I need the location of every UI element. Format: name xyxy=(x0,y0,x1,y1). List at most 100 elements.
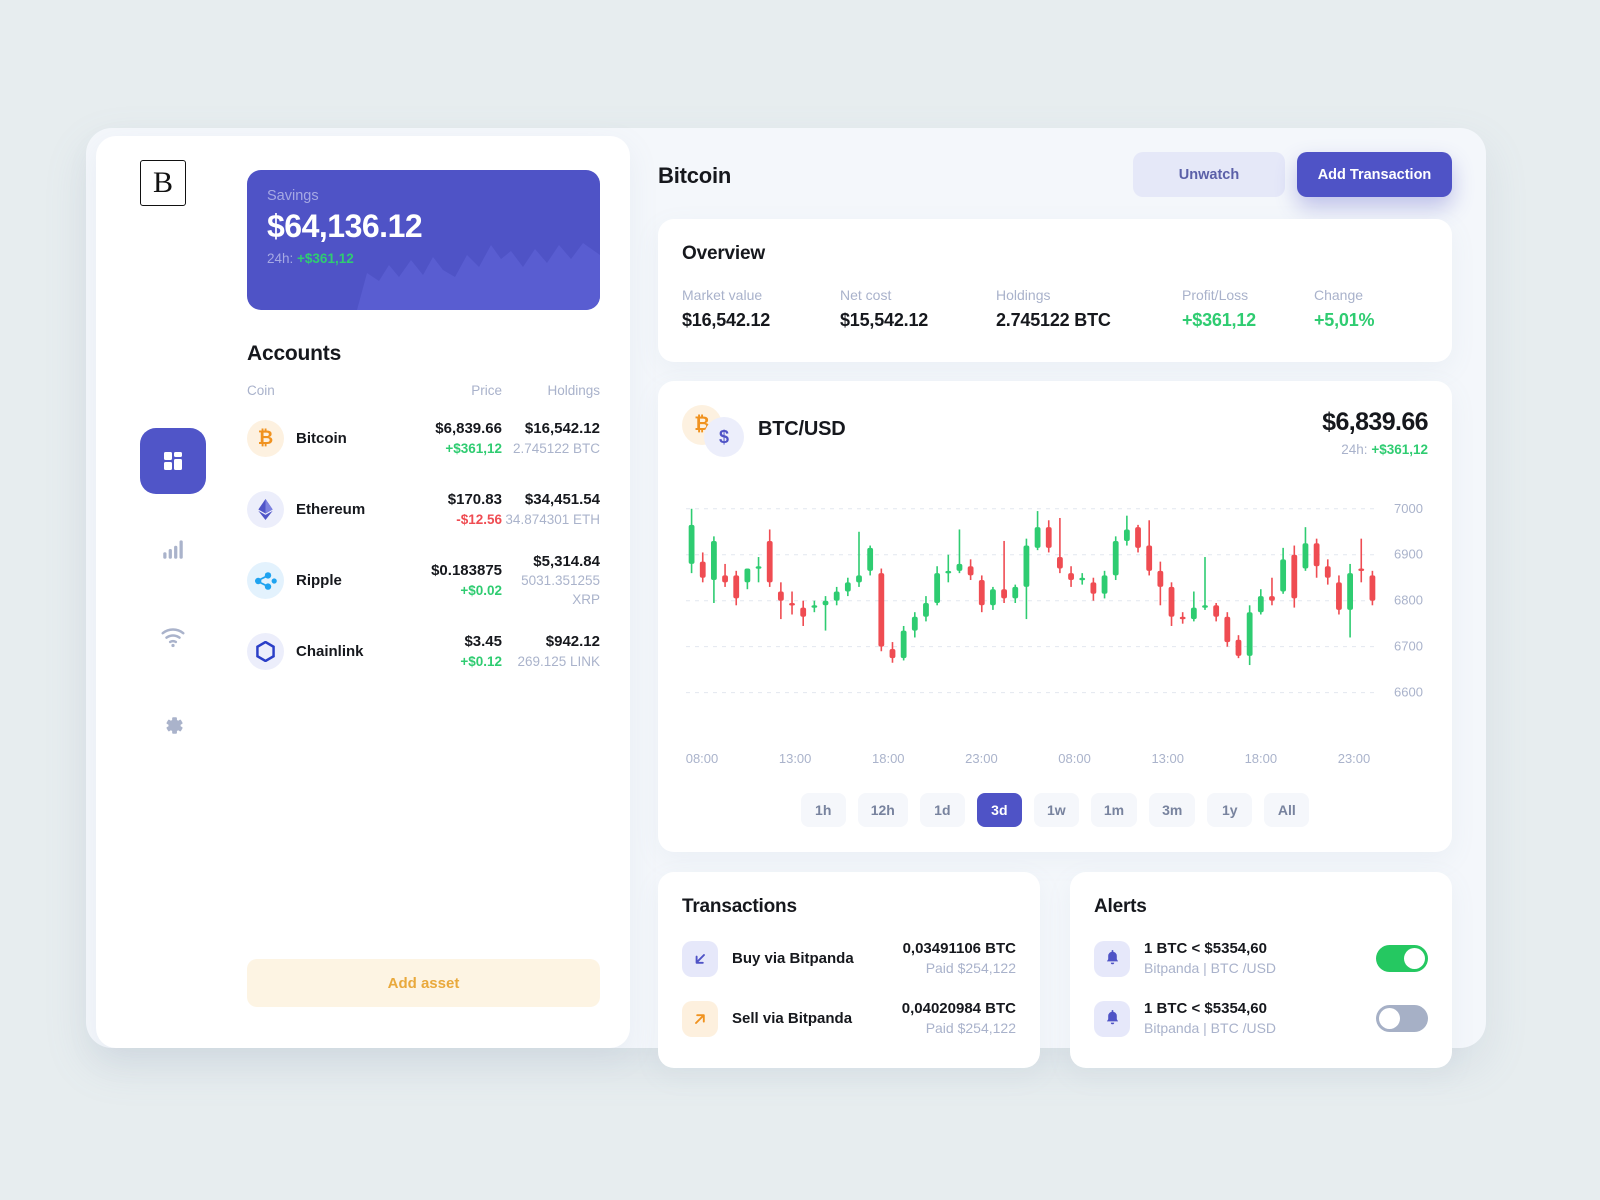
account-coin-name: Ripple xyxy=(296,572,342,589)
alerts-list: 1 BTC < $5354,60 Bitpanda | BTC /USD 1 BTC… xyxy=(1094,939,1428,1038)
range-button-3d[interactable]: 3d xyxy=(976,793,1022,827)
account-holdings-amount: 2.745122 BTC xyxy=(512,440,600,456)
account-price-cell: $0.183875 +$0.02 xyxy=(397,561,502,599)
account-price: $3.45 xyxy=(464,633,502,651)
range-selector: 1h 12h 1d 3d 1w 1m 3m 1y All xyxy=(658,793,1452,827)
range-button-3m[interactable]: 3m xyxy=(1149,793,1196,827)
sidebar-item-statistics[interactable] xyxy=(140,516,206,582)
svg-text:08:00: 08:00 xyxy=(1058,751,1091,766)
transaction-label: Sell via Bitpanda xyxy=(732,1010,853,1028)
account-holdings-value: $34,451.54 xyxy=(524,491,600,509)
account-coin-name: Ethereum xyxy=(296,501,366,518)
sidebar-item-settings[interactable] xyxy=(140,692,206,758)
bitcoin-icon: ₿ xyxy=(257,427,274,449)
account-price-cell: $6,839.66 +$361,12 xyxy=(397,419,502,457)
account-holdings-amount: 34.874301 ETH xyxy=(505,511,600,527)
sidebar-item-dashboard[interactable] xyxy=(140,428,206,494)
range-button-1y[interactable]: 1y xyxy=(1207,793,1253,827)
unwatch-button[interactable]: Unwatch xyxy=(1133,152,1285,197)
transaction-row[interactable]: Buy via Bitpanda 0,03491106 BTC Paid $254,… xyxy=(682,939,1016,978)
account-price: $170.83 xyxy=(447,491,502,509)
account-holdings-cell: $942.12 269.125 LINK xyxy=(502,632,600,670)
account-coin-name: Chainlink xyxy=(296,643,364,660)
accounts-table-header: Coin Price Holdings xyxy=(247,383,600,398)
sidebar-item-connections[interactable] xyxy=(140,604,206,670)
transaction-values: 0,04020984 BTC Paid $254,122 xyxy=(902,999,1016,1038)
account-row[interactable]: Ethereum $170.83 -$12.56 $34,451.54 34.87430… xyxy=(247,474,600,545)
transaction-amount: 0,03491106 BTC xyxy=(902,940,1016,957)
bell-icon xyxy=(1106,950,1118,965)
candlestick-chart: 6600 6700 6800 6900 7000 08:00 13:00 18:00 23:00… xyxy=(686,501,1423,766)
pair-header: ₿ $ BTC/USD xyxy=(682,405,846,457)
overview-stat-label: Change xyxy=(1314,287,1364,303)
alert-row[interactable]: 1 BTC < $5354,60 Bitpanda | BTC /USD xyxy=(1094,939,1428,978)
alert-toggle[interactable] xyxy=(1376,1005,1428,1033)
add-transaction-button[interactable]: Add Transaction xyxy=(1297,152,1452,197)
sidebar-nav xyxy=(140,428,206,780)
chainlink-icon-badge xyxy=(247,633,284,670)
savings-change-value: +$361,12 xyxy=(297,251,354,266)
column-header-price: Price xyxy=(471,383,502,398)
transaction-paid: Paid $254,122 xyxy=(925,960,1016,977)
gear-icon xyxy=(166,716,183,734)
pair-change: 24h: +$361,12 xyxy=(1322,442,1428,457)
svg-text:13:00: 13:00 xyxy=(1151,751,1184,766)
account-holdings-cell: $16,542.12 2.745122 BTC xyxy=(502,419,600,457)
add-asset-button[interactable]: Add asset xyxy=(247,959,600,1007)
ripple-icon-badge xyxy=(247,562,284,599)
overview-stat-value: +$361,12 xyxy=(1182,310,1256,330)
account-row[interactable]: Ripple $0.183875 +$0.02 $5,314.84 5031.35125… xyxy=(247,545,600,616)
transactions-card: Transactions Buy via Bitpanda 0,03491106 … xyxy=(658,872,1040,1068)
pair-name: BTC/USD xyxy=(758,417,846,440)
svg-text:6600: 6600 xyxy=(1394,685,1423,700)
overview-stat-label: Holdings xyxy=(996,287,1051,303)
transaction-row[interactable]: Sell via Bitpanda 0,04020984 BTC Paid $254… xyxy=(682,999,1016,1038)
overview-stat: Holdings 2.745122 BTC xyxy=(996,287,1182,331)
range-button-1d[interactable]: 1d xyxy=(919,793,965,827)
transactions-list: Buy via Bitpanda 0,03491106 BTC Paid $254,… xyxy=(682,939,1016,1038)
alert-text: 1 BTC < $5354,60 Bitpanda | BTC /USD xyxy=(1144,999,1276,1038)
account-row[interactable]: Chainlink $3.45 +$0.12 $942.12 269.125 LINK xyxy=(247,616,600,687)
alert-condition: 1 BTC < $5354,60 xyxy=(1144,1000,1267,1018)
alert-toggle[interactable] xyxy=(1376,945,1428,973)
account-price-change: +$361,12 xyxy=(445,440,502,456)
range-button-1h[interactable]: 1h xyxy=(800,793,846,827)
svg-text:7000: 7000 xyxy=(1394,501,1423,516)
range-button-all[interactable]: All xyxy=(1264,793,1310,827)
account-price: $6,839.66 xyxy=(435,420,502,438)
savings-change: 24h: +$361,12 xyxy=(267,251,580,266)
range-button-1w[interactable]: 1w xyxy=(1033,793,1079,827)
svg-text:6900: 6900 xyxy=(1394,547,1423,562)
transaction-paid: Paid $254,122 xyxy=(925,1020,1016,1037)
svg-text:6800: 6800 xyxy=(1394,593,1423,608)
overview-stats: Market value $16,542.12 Net cost $15,542.12… xyxy=(682,287,1428,331)
svg-text:6700: 6700 xyxy=(1394,639,1423,654)
toggle-knob xyxy=(1379,1008,1400,1030)
arrow-down-left-icon xyxy=(695,953,705,964)
alerts-card: Alerts 1 BTC < $5354,60 Bitpanda | BTC /U… xyxy=(1070,872,1452,1068)
account-holdings-cell: $34,451.54 34.874301 ETH xyxy=(502,490,600,528)
overview-stat-label: Net cost xyxy=(840,287,892,303)
transaction-values: 0,03491106 BTC Paid $254,122 xyxy=(903,939,1016,978)
chart-card: ₿ $ BTC/USD $6,839.66 24h: +$361,12 6600… xyxy=(658,381,1452,852)
alert-text: 1 BTC < $5354,60 Bitpanda | BTC /USD xyxy=(1144,939,1276,978)
range-button-12h[interactable]: 12h xyxy=(857,793,908,827)
arrow-up-right-icon xyxy=(695,1013,705,1024)
accounts-title: Accounts xyxy=(247,342,342,365)
toggle-knob xyxy=(1404,948,1425,970)
overview-title: Overview xyxy=(682,243,765,264)
svg-text:18:00: 18:00 xyxy=(1245,751,1278,766)
svg-text:08:00: 08:00 xyxy=(686,751,719,766)
alert-icon-badge xyxy=(1094,940,1130,977)
alert-row[interactable]: 1 BTC < $5354,60 Bitpanda | BTC /USD xyxy=(1094,999,1428,1038)
savings-card: Savings $64,136.12 24h: +$361,12 xyxy=(247,170,600,310)
wifi-icon xyxy=(161,628,185,648)
range-button-1m[interactable]: 1m xyxy=(1090,793,1138,827)
account-row[interactable]: ₿ Bitcoin $6,839.66 +$361,12 $16,542.12 2.745… xyxy=(247,403,600,474)
overview-stat: Market value $16,542.12 xyxy=(682,287,840,331)
transaction-amount: 0,04020984 BTC xyxy=(901,1000,1016,1018)
bar-chart-icon xyxy=(163,540,183,559)
svg-text:13:00: 13:00 xyxy=(779,751,812,766)
pair-change-value: +$361,12 xyxy=(1371,442,1428,457)
overview-stat-value: +5,01% xyxy=(1314,310,1375,330)
